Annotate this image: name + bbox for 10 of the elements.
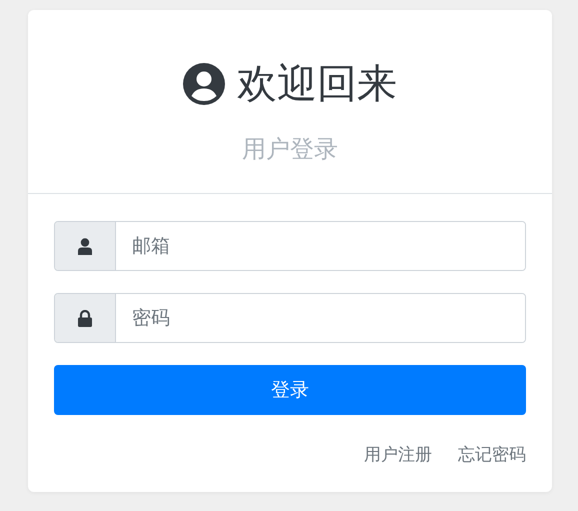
text-link[interactable]: 用户注册 (364, 443, 432, 466)
email-field[interactable]: 邮箱 (54, 221, 526, 271)
welcome-title: 欢迎回来 (237, 60, 397, 108)
user-icon (78, 238, 92, 254)
lock-icon (78, 310, 92, 326)
login-button[interactable]: 登录 (54, 365, 526, 415)
password-field[interactable]: 密码 (54, 293, 526, 343)
text-link[interactable]: 忘记密码 (458, 443, 526, 466)
user-avatar-icon (183, 63, 225, 105)
login-subtitle: 用户登录 (242, 134, 338, 164)
